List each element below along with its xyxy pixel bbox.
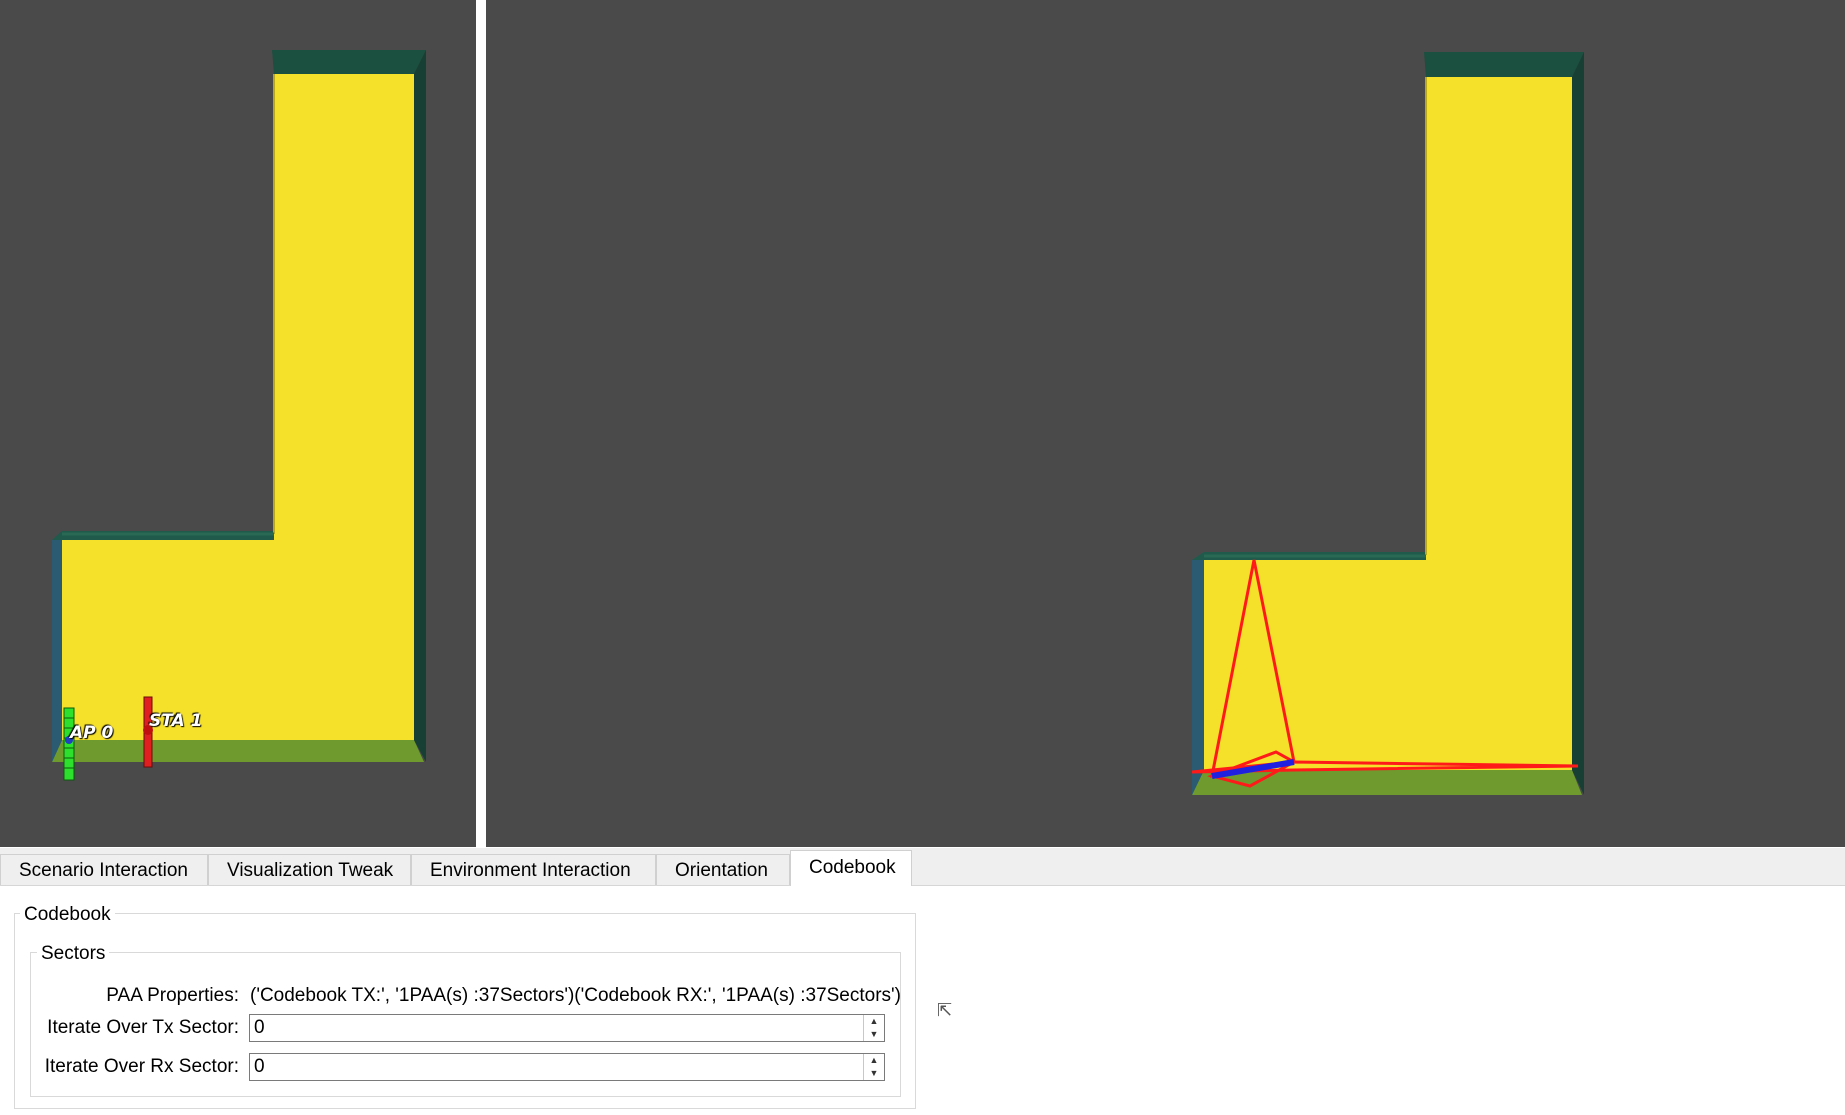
ground-strip xyxy=(52,740,424,762)
right-3d-viewport[interactable] xyxy=(486,0,1845,847)
left-scene xyxy=(52,50,426,781)
tab-scenario-interaction[interactable]: Scenario Interaction xyxy=(0,854,208,885)
ground-strip xyxy=(1192,770,1582,795)
tall-top-wall xyxy=(272,50,426,74)
codebook-panel: Codebook Sectors PAA Properties: ('Codeb… xyxy=(0,886,1845,1115)
tx-sector-stepper: ▲ ▼ xyxy=(863,1015,884,1041)
tab-orientation[interactable]: Orientation xyxy=(656,854,790,885)
left-wall xyxy=(1192,552,1204,795)
right-wall xyxy=(414,50,426,762)
view-splitter[interactable] xyxy=(476,0,486,847)
ap-label: AP 0 xyxy=(70,723,114,743)
right-scene xyxy=(1191,52,1584,795)
rx-sector-label: Iterate Over Rx Sector: xyxy=(44,1056,239,1077)
codebook-group-title: Codebook xyxy=(20,904,115,926)
ap-node-icon[interactable] xyxy=(63,707,75,781)
left-wall xyxy=(52,531,62,762)
visualization-area: AP 0 STA 1 xyxy=(0,0,1845,847)
tall-top-wall xyxy=(1424,52,1584,77)
sta-label: STA 1 xyxy=(149,711,203,731)
tx-sector-label: Iterate Over Tx Sector: xyxy=(47,1017,239,1038)
sta-node-icon[interactable] xyxy=(143,696,153,768)
floor xyxy=(62,74,414,740)
rx-sector-spinbox[interactable]: ▲ ▼ xyxy=(249,1053,885,1081)
spin-up-icon[interactable]: ▲ xyxy=(864,1015,884,1028)
rx-sector-input[interactable] xyxy=(252,1055,856,1079)
tab-bar: Scenario Interaction Visualization Tweak… xyxy=(0,848,1845,886)
spin-up-icon[interactable]: ▲ xyxy=(864,1054,884,1067)
floor xyxy=(1204,77,1572,770)
tab-visualization-tweak[interactable]: Visualization Tweak xyxy=(208,854,411,885)
spin-down-icon[interactable]: ▼ xyxy=(864,1028,884,1041)
mouse-cursor-icon: ⇱ xyxy=(937,1000,953,1020)
paa-properties-label: PAA Properties: xyxy=(106,985,239,1006)
left-3d-viewport[interactable]: AP 0 STA 1 xyxy=(0,0,476,847)
tab-codebook[interactable]: Codebook xyxy=(790,850,912,886)
tx-sector-input[interactable] xyxy=(252,1016,856,1040)
tab-environment-interaction[interactable]: Environment Interaction xyxy=(411,854,656,885)
tx-sector-spinbox[interactable]: ▲ ▼ xyxy=(249,1014,885,1042)
right-wall xyxy=(1572,52,1584,795)
spin-down-icon[interactable]: ▼ xyxy=(864,1067,884,1080)
sectors-group-title: Sectors xyxy=(37,943,110,965)
rx-sector-stepper: ▲ ▼ xyxy=(863,1054,884,1080)
paa-properties-value: ('Codebook TX:', '1PAA(s) :37Sectors')('… xyxy=(250,985,902,1006)
